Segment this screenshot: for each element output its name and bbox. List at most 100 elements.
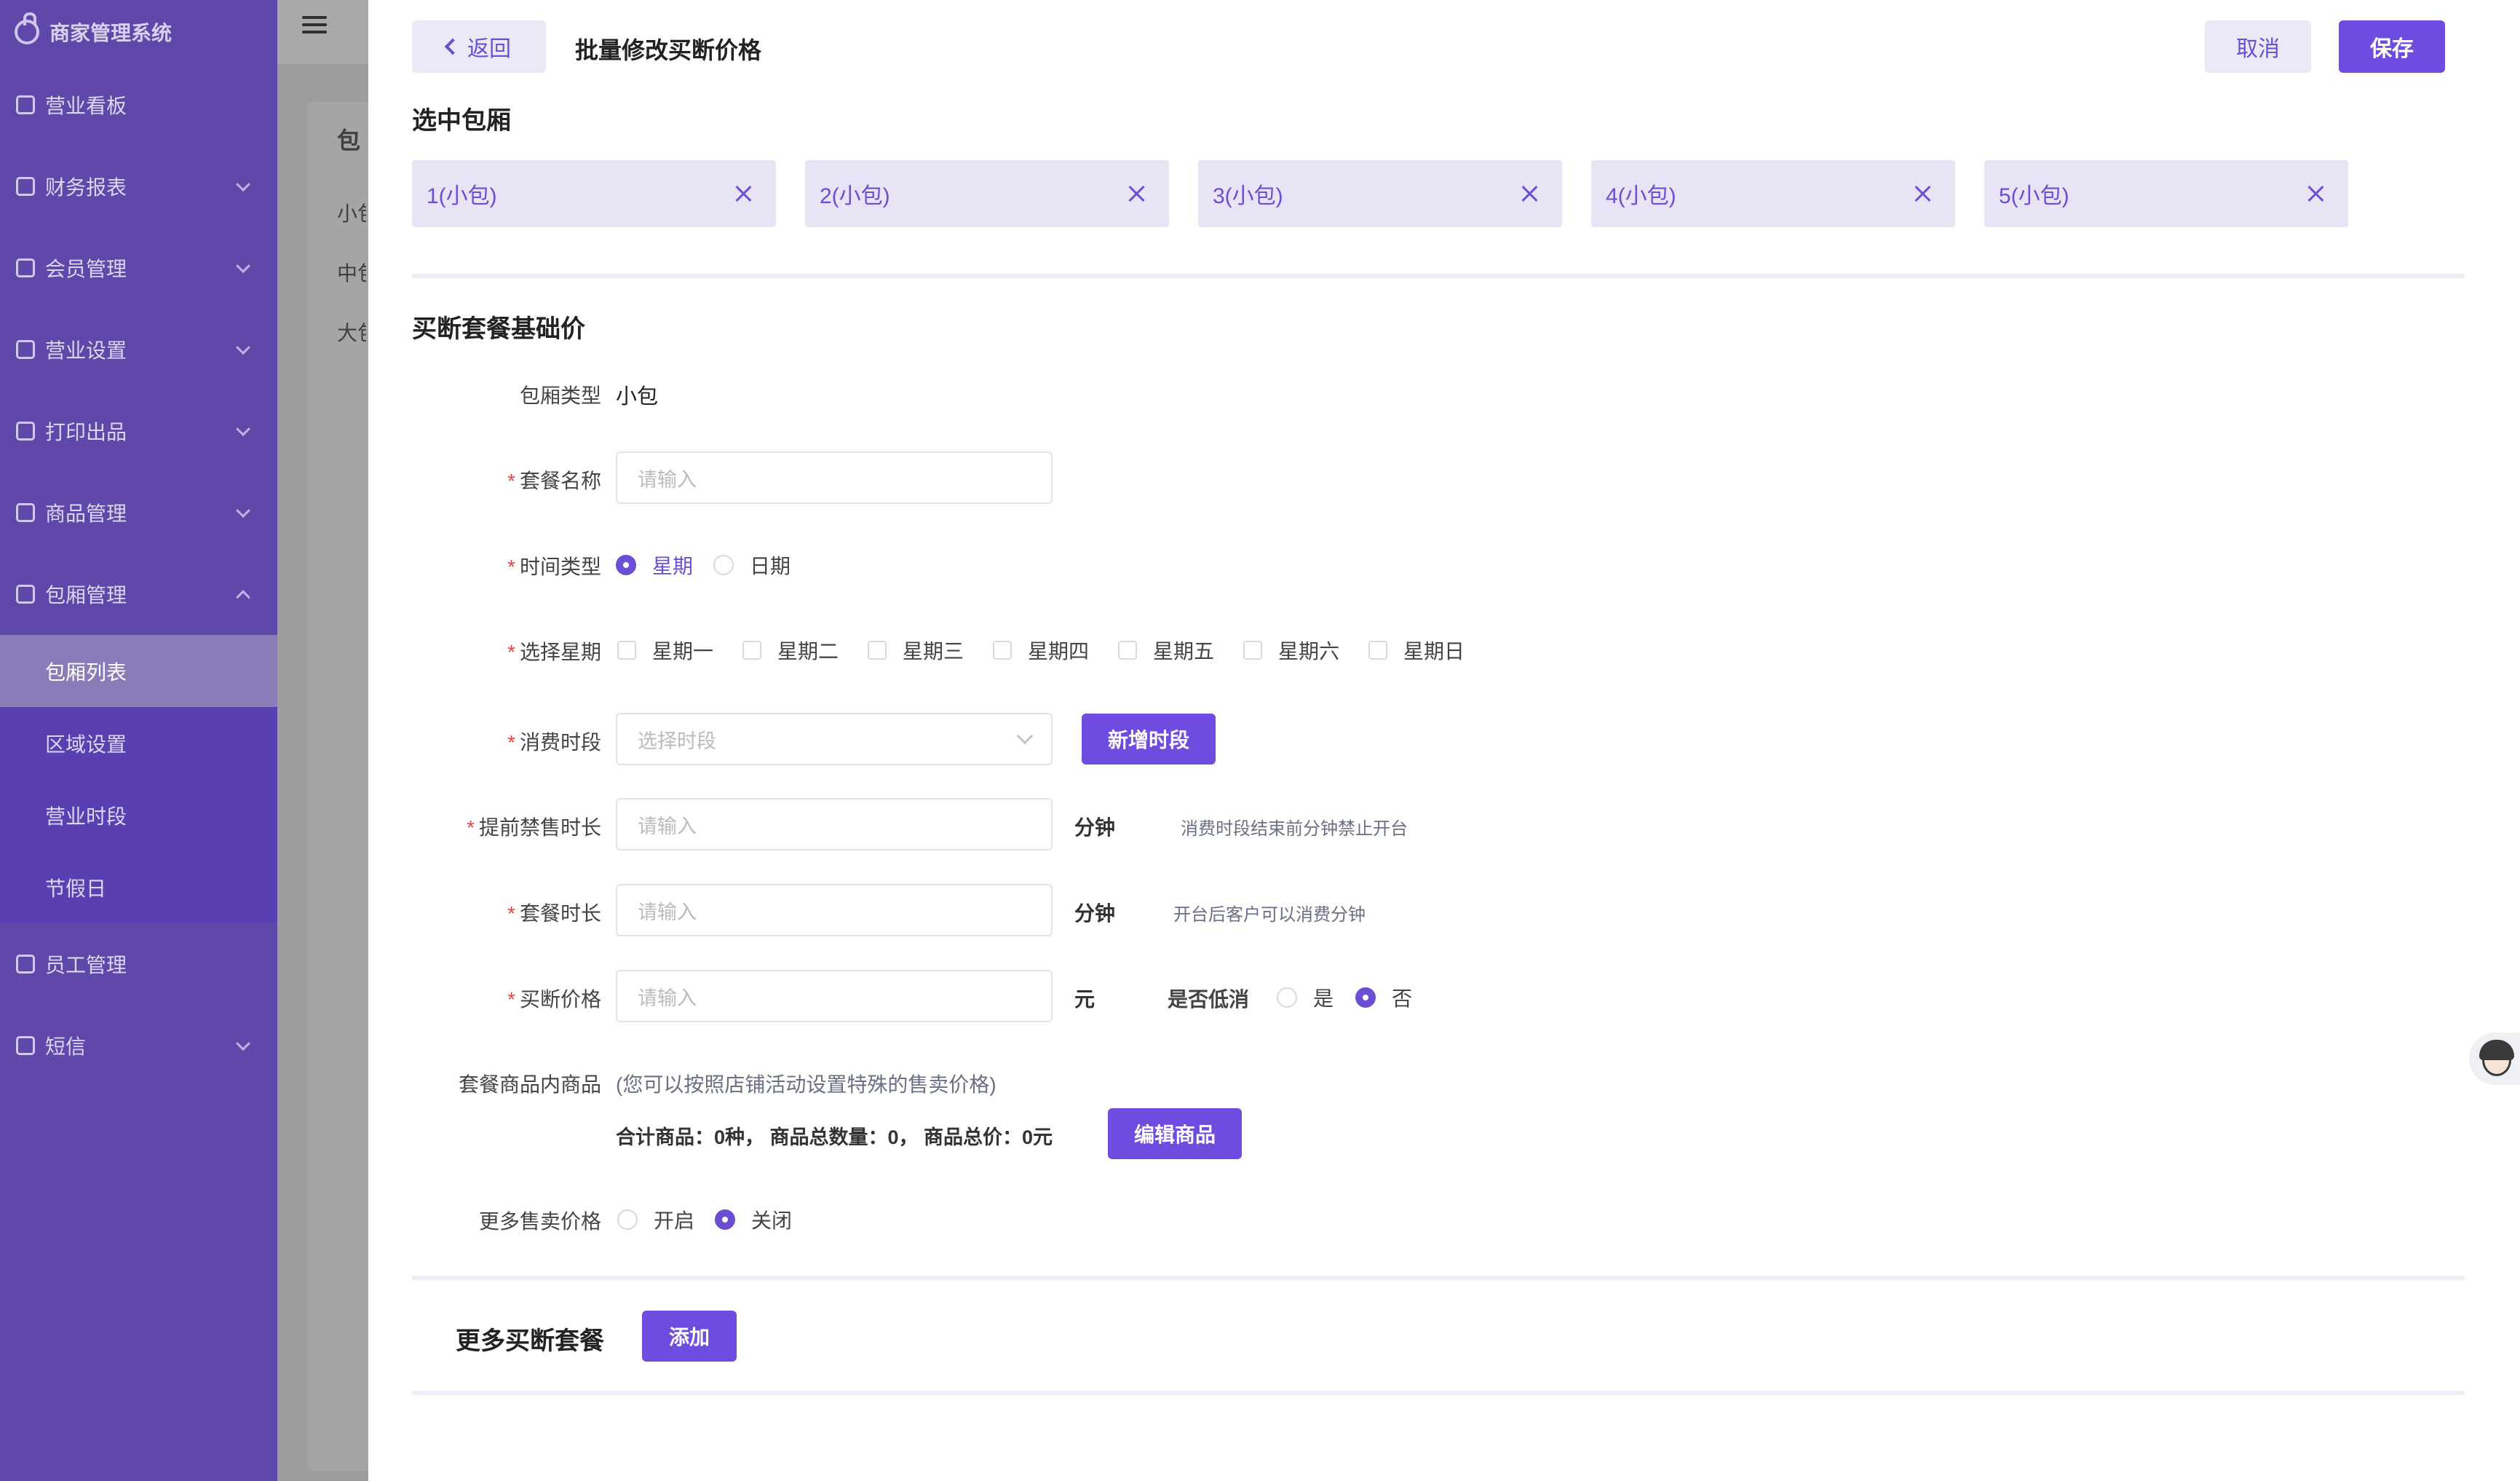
sidebar-item-members[interactable]: 会员管理 [0, 227, 277, 309]
menu-toggle-icon[interactable] [302, 16, 327, 38]
section-divider [412, 1276, 2465, 1280]
close-icon[interactable] [2307, 185, 2325, 202]
room-tag: 5(小包) [1984, 160, 2348, 227]
goods-hint: (您可以按照店铺活动设置特殊的售卖价格) [616, 1073, 996, 1096]
room-tag-label: 1(小包) [427, 184, 497, 208]
weekday-label: * 选择星期 [252, 636, 601, 666]
sidebar-item-label: 员工管理 [45, 954, 127, 976]
presale-label: * 提前禁售时长 [252, 812, 601, 841]
close-icon[interactable] [1914, 185, 1932, 202]
weekday-checkbox[interactable]: 星期日 [1368, 636, 1465, 665]
required-mark: * [507, 556, 515, 578]
more-price-label-text: 更多售卖价格 [478, 1210, 601, 1233]
package-name-label: * 套餐名称 [252, 465, 601, 494]
sidebar-subitem-area-settings[interactable]: 区域设置 [0, 707, 277, 779]
chevron-down-icon [236, 1036, 250, 1051]
presale-label-text: 提前禁售时长 [478, 816, 601, 839]
checkbox-box [868, 641, 887, 660]
weekday-label-text: 选择星期 [519, 641, 601, 663]
close-icon[interactable] [735, 185, 753, 202]
add-package-button[interactable]: 添加 [642, 1311, 737, 1362]
chevron-down-icon [236, 177, 250, 192]
edit-goods-button[interactable]: 编辑商品 [1108, 1108, 1242, 1159]
checkbox-label: 星期二 [777, 640, 839, 663]
time-type-date-radio[interactable]: 日期 [713, 550, 791, 580]
presale-input[interactable]: 请输入 [616, 798, 1053, 850]
sidebar-item-goods[interactable]: 商品管理 [0, 472, 277, 553]
min-spend-yes-radio[interactable]: 是 [1277, 983, 1334, 1012]
room-tag-label: 5(小包) [1999, 184, 2069, 208]
weekday-checkbox[interactable]: 星期二 [742, 636, 839, 665]
add-period-button[interactable]: 新增时段 [1082, 714, 1216, 765]
period-placeholder: 选择时段 [638, 730, 716, 752]
more-price-label: 更多售卖价格 [252, 1206, 601, 1235]
sidebar-subitem-business-hours[interactable]: 营业时段 [0, 779, 277, 851]
price-input[interactable]: 请输入 [616, 970, 1053, 1022]
chevron-down-icon [236, 258, 250, 274]
weekday-checkbox[interactable]: 星期一 [617, 636, 713, 665]
radio-dot [715, 1209, 735, 1230]
duration-label-text: 套餐时长 [519, 902, 601, 925]
edit-icon [16, 585, 35, 604]
package-name-input[interactable]: 请输入 [616, 451, 1053, 504]
duration-label: * 套餐时长 [252, 898, 601, 927]
room-type-label-text: 包厢类型 [519, 384, 601, 407]
close-icon[interactable] [1128, 185, 1146, 202]
required-mark: * [467, 816, 475, 839]
checkbox-label: 星期四 [1028, 640, 1090, 663]
sidebar-item-finance[interactable]: 财务报表 [0, 146, 277, 227]
goods-label-text: 套餐商品内商品 [458, 1073, 601, 1096]
sidebar-item-sms[interactable]: 短信 [0, 1005, 277, 1086]
required-mark: * [507, 988, 515, 1011]
room-tag: 3(小包) [1198, 160, 1562, 227]
price-label-text: 买断价格 [519, 988, 601, 1011]
checkbox-box [1118, 641, 1137, 660]
radio-label: 开启 [654, 1209, 695, 1232]
underlying-card [308, 102, 373, 1471]
room-tag-label: 3(小包) [1213, 184, 1283, 208]
period-label-text: 消费时段 [519, 731, 601, 754]
sidebar-item-business-settings[interactable]: 营业设置 [0, 309, 277, 390]
selected-rooms-title: 选中包厢 [412, 107, 511, 135]
sidebar-item-label: 会员管理 [45, 258, 127, 280]
checkbox-label: 星期日 [1403, 640, 1465, 663]
checkbox-label: 星期一 [652, 640, 714, 663]
home-icon [16, 95, 35, 114]
room-tag: 2(小包) [805, 160, 1169, 227]
sidebar-submenu-rooms: 包厢列表 区域设置 营业时段 节假日 [0, 635, 277, 923]
more-price-on-radio[interactable]: 开启 [617, 1205, 694, 1234]
room-type-value: 小包 [616, 385, 659, 408]
sidebar-subitem-room-list[interactable]: 包厢列表 [0, 635, 277, 707]
back-button[interactable]: 返回 [412, 20, 546, 73]
time-type-week-radio[interactable]: 星期 [616, 550, 693, 580]
more-price-off-radio[interactable]: 关闭 [715, 1205, 792, 1234]
checkbox-box [1243, 641, 1262, 660]
section-divider [412, 274, 2465, 278]
duration-input[interactable]: 请输入 [616, 884, 1053, 936]
sidebar-subitem-holidays[interactable]: 节假日 [0, 851, 277, 923]
chevron-down-icon [236, 422, 250, 437]
close-icon[interactable] [1521, 185, 1539, 202]
sidebar-item-label: 短信 [45, 1035, 87, 1058]
min-spend-no-radio[interactable]: 否 [1355, 983, 1412, 1012]
sidebar-item-staff[interactable]: 员工管理 [0, 923, 277, 1005]
weekday-checkbox[interactable]: 星期四 [993, 636, 1089, 665]
sidebar-item-dashboard[interactable]: 营业看板 [0, 64, 277, 146]
back-label: 返回 [467, 37, 511, 61]
save-button[interactable]: 保存 [2339, 20, 2445, 73]
room-tag: 1(小包) [412, 160, 776, 227]
weekday-checkbox[interactable]: 星期三 [868, 636, 964, 665]
chevron-down-icon [236, 340, 250, 355]
radio-label: 关闭 [751, 1209, 793, 1232]
weekday-checkbox[interactable]: 星期六 [1243, 636, 1339, 665]
weekday-checkbox[interactable]: 星期五 [1118, 636, 1214, 665]
sidebar-item-printing[interactable]: 打印出品 [0, 390, 277, 472]
cancel-button[interactable]: 取消 [2205, 20, 2311, 73]
duration-unit: 分钟 [1074, 902, 1116, 925]
sidebar-item-rooms[interactable]: 包厢管理 [0, 553, 277, 635]
assistant-avatar[interactable] [2469, 1032, 2520, 1085]
sidebar-menu: 营业看板 财务报表 会员管理 营业设置 打印出品 商品管理 包厢管理 包厢列表 … [0, 64, 277, 1086]
period-select[interactable]: 选择时段 [616, 713, 1053, 765]
time-type-label: * 时间类型 [252, 551, 601, 580]
price-unit: 元 [1074, 988, 1095, 1011]
